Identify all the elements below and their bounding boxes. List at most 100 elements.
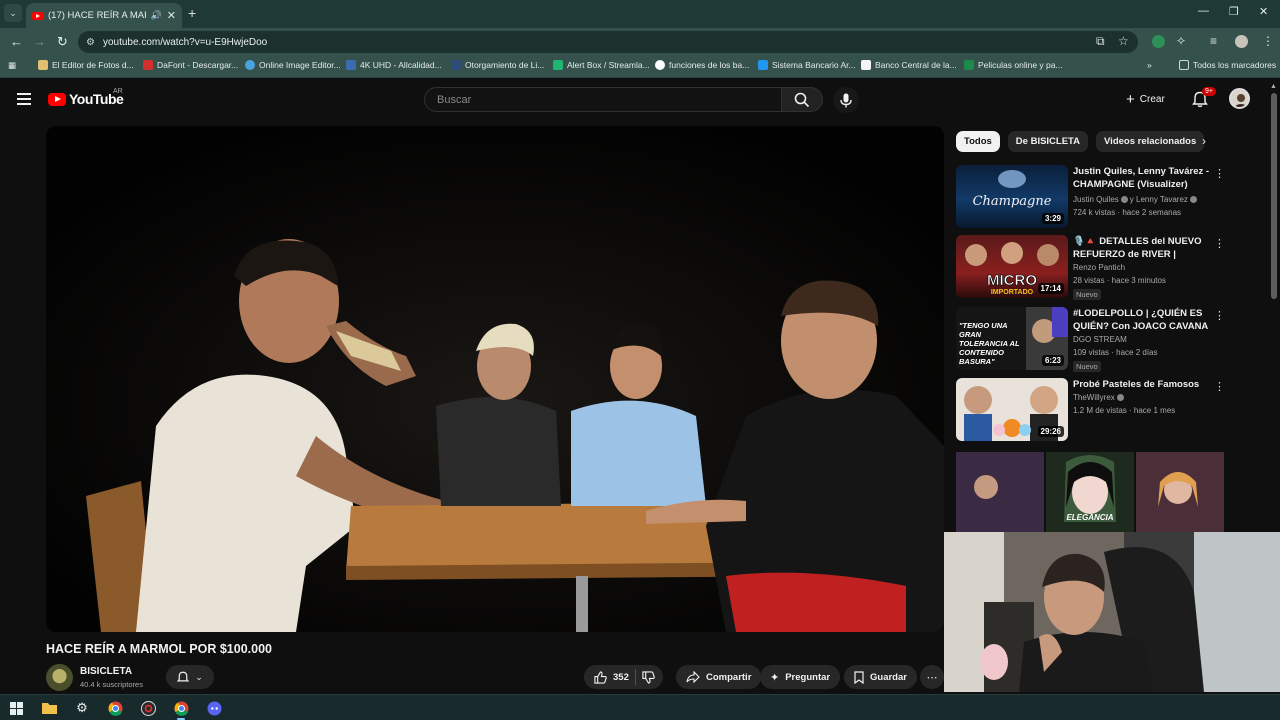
bookmark-item[interactable]: DaFont - Descargar...: [143, 60, 238, 70]
extension-shield-icon[interactable]: [1152, 35, 1165, 48]
video-thumbnail[interactable]: 29:26: [956, 378, 1068, 441]
reading-list-icon[interactable]: ≡: [1210, 34, 1217, 48]
all-bookmarks[interactable]: Todos los marcadores: [1179, 60, 1276, 70]
search-button[interactable]: [781, 87, 823, 112]
more-actions-icon[interactable]: ⋯: [920, 665, 944, 689]
dislike-button[interactable]: [642, 670, 655, 684]
recommendation-item[interactable]: 29:26 Probé Pasteles de Famosos TheWilly…: [956, 378, 1225, 444]
channel-avatar[interactable]: [46, 664, 73, 691]
video-meta: 109 vistas · hace 2 días: [1073, 348, 1158, 357]
shorts-shelf[interactable]: ELEGANCIA: [956, 452, 1224, 532]
browser-tab-active[interactable]: (17) HACE REÍR A MARMOL 🔊 ✕: [26, 3, 182, 28]
subscription-bell-button[interactable]: ⌄: [166, 665, 214, 689]
bookmark-item[interactable]: Alert Box / Streamla...: [553, 60, 650, 70]
address-bar[interactable]: ⚙ youtube.com/watch?v=u-E9HwjeDoo: [78, 31, 1138, 53]
window-close-icon[interactable]: ✕: [1259, 5, 1268, 18]
reload-icon[interactable]: ↻: [57, 34, 68, 50]
bookmark-favicon-icon: [964, 60, 974, 70]
discord-icon[interactable]: [205, 699, 223, 717]
bookmark-item[interactable]: funciones de los ba...: [655, 60, 749, 70]
chevron-right-icon[interactable]: ›: [1202, 134, 1206, 148]
thumbnail-micro-sub-text: IMPORTADO: [991, 289, 1034, 296]
recommendation-item[interactable]: "TENGO UNA GRAN TOLERANCIA AL CONTENIDO …: [956, 307, 1225, 373]
video-title[interactable]: Justin Quiles, Lenny Tavárez - CHAMPAGNE…: [1073, 165, 1211, 191]
bookmark-item[interactable]: Sistema Bancario Ar...: [758, 60, 856, 70]
bookmark-item[interactable]: El Editor de Fotos d...: [38, 60, 134, 70]
video-channel[interactable]: TheWillyrex: [1073, 393, 1126, 402]
chip-channel[interactable]: De BISICLETA: [1007, 131, 1089, 152]
chrome-icon[interactable]: [106, 699, 124, 717]
plus-icon: +: [1126, 90, 1135, 108]
speaker-icon[interactable]: 🔊: [151, 10, 162, 21]
menu-hamburger-icon[interactable]: [17, 93, 31, 105]
create-button[interactable]: + Crear: [1126, 88, 1165, 110]
share-label: Compartir: [706, 671, 752, 683]
more-vert-icon[interactable]: ⋮: [1214, 309, 1225, 322]
tab-search-icon[interactable]: ⌄: [4, 4, 22, 22]
more-vert-icon[interactable]: ⋮: [1214, 380, 1225, 393]
bell-icon: [177, 671, 190, 681]
bookmark-item[interactable]: Online Image Editor...: [245, 60, 341, 70]
minimize-icon[interactable]: —: [1198, 5, 1209, 17]
page-scrollbar[interactable]: [1271, 93, 1277, 299]
ask-button[interactable]: ✦ Preguntar: [760, 665, 841, 689]
video-thumbnail[interactable]: "TENGO UNA GRAN TOLERANCIA AL CONTENIDO …: [956, 307, 1068, 370]
plus-icon[interactable]: +: [188, 5, 196, 21]
video-channel[interactable]: DGO STREAM: [1073, 335, 1127, 344]
bookmark-label: 4K UHD - Allcalidad...: [360, 60, 442, 70]
site-info-icon[interactable]: ⚙: [86, 37, 95, 48]
bookmarks-overflow-icon[interactable]: »: [1147, 60, 1152, 70]
recommendation-item[interactable]: MICRO IMPORTADO 17:14 🎙️🔺 DETALLES del NU…: [956, 235, 1225, 301]
file-explorer-icon[interactable]: [40, 699, 58, 717]
chip-todos[interactable]: Todos: [956, 131, 1000, 152]
restore-icon[interactable]: ❐: [1229, 5, 1239, 18]
bookmark-item[interactable]: 4K UHD - Allcalidad...: [346, 60, 442, 70]
bookmark-item[interactable]: Otorgamiento de Li...: [451, 60, 544, 70]
search-input[interactable]: Buscar: [424, 87, 782, 112]
video-channel[interactable]: Justin Quiles y Lenny Tavarez: [1073, 195, 1199, 204]
install-app-icon[interactable]: ⧉: [1096, 34, 1105, 49]
channel-name[interactable]: BISICLETA: [80, 666, 132, 677]
bookmark-item[interactable]: Banco Central de la...: [861, 60, 957, 70]
apps-grid-icon[interactable]: ▦: [8, 60, 16, 71]
youtube-masthead: YouTube AR Buscar + Crear 9+: [0, 79, 1280, 123]
back-arrow-icon[interactable]: ←: [10, 34, 23, 49]
share-button[interactable]: Compartir: [676, 665, 762, 689]
close-icon[interactable]: ✕: [167, 9, 176, 22]
video-title[interactable]: #LODELPOLLO | ¿QUIÉN ES QUIÉN? Con JOACO…: [1073, 307, 1211, 333]
chip-related[interactable]: Videos relacionados: [1096, 131, 1205, 152]
video-thumbnail[interactable]: Champagne 3:29: [956, 165, 1068, 228]
bookmark-label: Peliculas online y pa...: [978, 60, 1063, 70]
save-button[interactable]: Guardar: [844, 665, 917, 689]
windows-start-icon[interactable]: [7, 699, 25, 717]
profile-avatar-icon[interactable]: [1235, 35, 1248, 48]
settings-gear-icon[interactable]: ⚙: [73, 699, 91, 717]
bookmark-star-icon[interactable]: ☆: [1118, 34, 1129, 48]
bookmark-label: Alert Box / Streamla...: [567, 60, 650, 70]
thumbnail-micro-text: MICRO: [987, 272, 1037, 289]
recommendation-item[interactable]: Champagne 3:29 Justin Quiles, Lenny Tavá…: [956, 165, 1225, 231]
video-player[interactable]: [46, 126, 944, 632]
video-title[interactable]: 🎙️🔺 DETALLES del NUEVO REFUERZO de RIVER…: [1073, 235, 1211, 261]
obs-icon[interactable]: [139, 699, 157, 717]
video-channel[interactable]: Renzo Pantich: [1073, 263, 1125, 272]
voice-search-button[interactable]: [833, 87, 859, 113]
bookmark-item[interactable]: Peliculas online y pa...: [964, 60, 1063, 70]
youtube-play-logo-icon: [48, 92, 66, 106]
more-vert-icon[interactable]: ⋮: [1214, 167, 1225, 180]
extensions-puzzle-icon[interactable]: ✧: [1176, 34, 1186, 48]
video-title[interactable]: Probé Pasteles de Famosos: [1073, 378, 1211, 391]
forward-arrow-icon[interactable]: →: [33, 34, 46, 49]
like-button[interactable]: 352: [594, 670, 629, 684]
bookmark-label: Online Image Editor...: [259, 60, 341, 70]
bookmark-favicon-icon: [451, 60, 461, 70]
microphone-icon: [840, 93, 852, 107]
chrome-active-icon[interactable]: [172, 699, 190, 720]
more-vert-icon[interactable]: ⋮: [1214, 237, 1225, 250]
notifications-badge: 9+: [1202, 87, 1216, 96]
scroll-up-icon[interactable]: ▲: [1270, 83, 1277, 90]
account-avatar[interactable]: [1229, 88, 1250, 109]
like-count: 352: [613, 671, 629, 683]
video-thumbnail[interactable]: MICRO IMPORTADO 17:14: [956, 235, 1068, 298]
browser-menu-icon[interactable]: ⋮: [1262, 34, 1274, 48]
